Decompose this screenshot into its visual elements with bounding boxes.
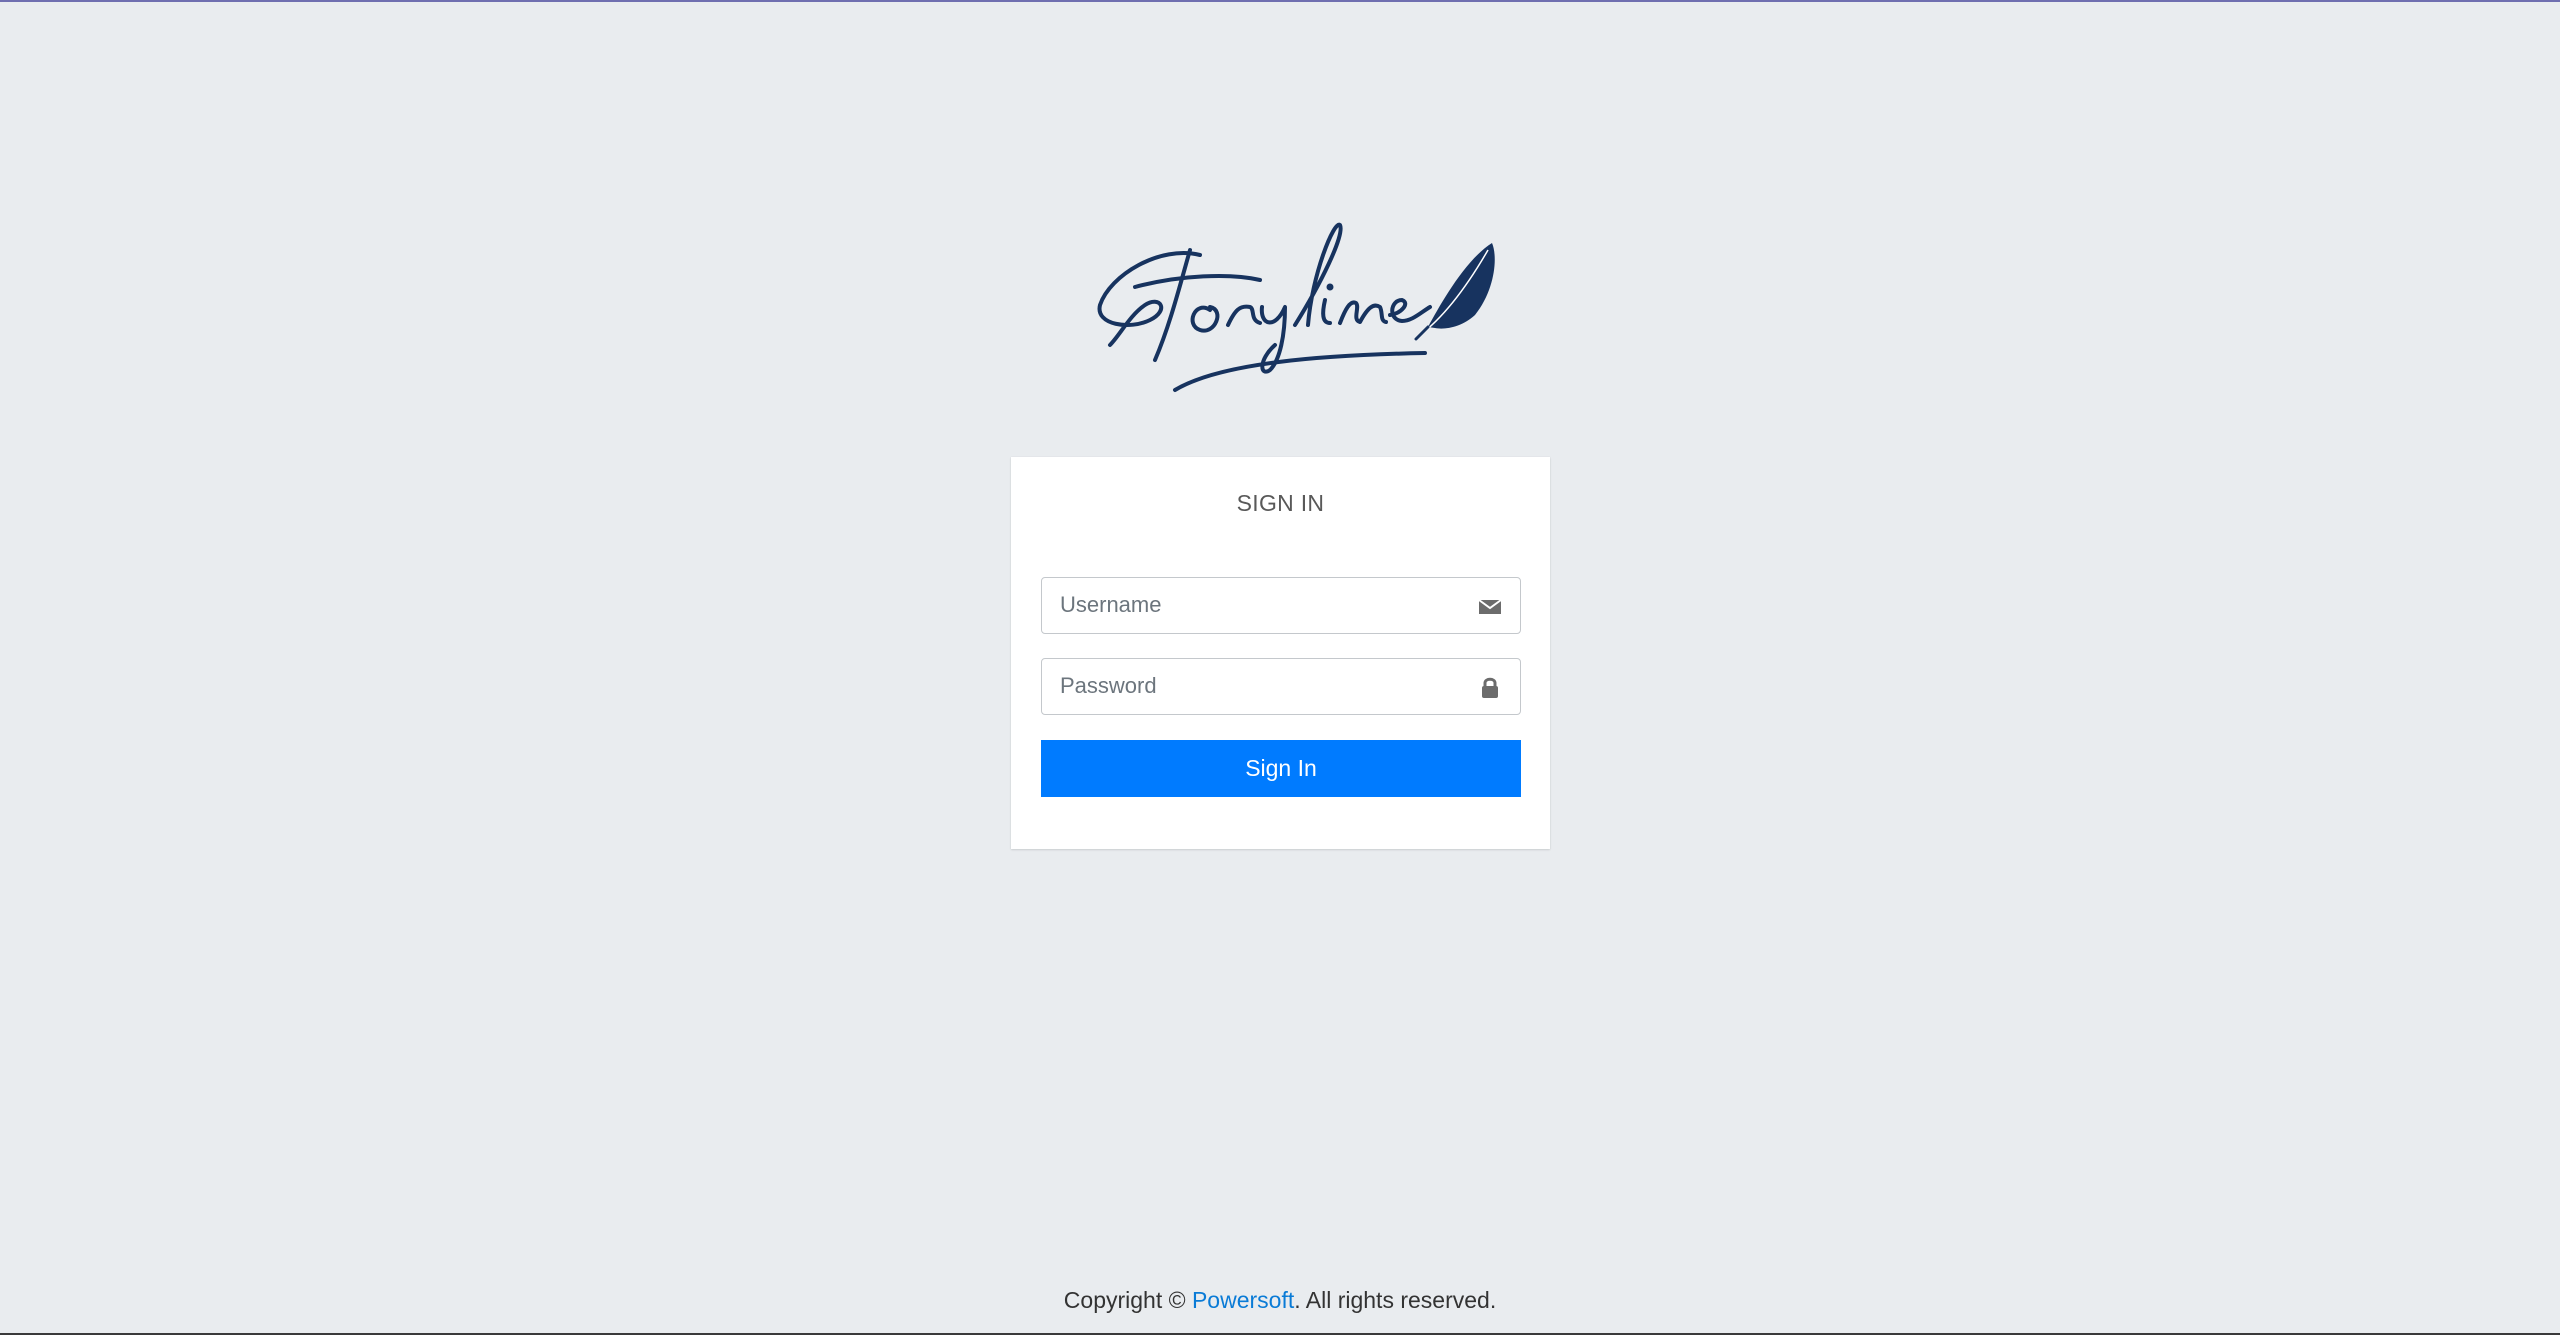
footer-suffix: . All rights reserved. <box>1294 1287 1497 1313</box>
username-field[interactable] <box>1041 577 1521 634</box>
top-border <box>0 0 2560 2</box>
login-card: SIGN IN Sign In <box>1011 457 1550 849</box>
company-link[interactable]: Powersoft <box>1192 1287 1294 1313</box>
password-field[interactable] <box>1041 658 1521 715</box>
login-title: SIGN IN <box>1236 490 1325 516</box>
footer-copyright: Copyright © Powersoft. All rights reserv… <box>0 1287 2560 1314</box>
envelope-icon <box>1478 599 1502 614</box>
username-input[interactable] <box>1042 578 1462 632</box>
sign-in-button[interactable]: Sign In <box>1041 740 1521 797</box>
footer-prefix: Copyright © <box>1063 1287 1192 1313</box>
lock-icon <box>1482 677 1498 698</box>
storyline-logo <box>1097 222 1495 392</box>
password-input[interactable] <box>1042 659 1462 713</box>
